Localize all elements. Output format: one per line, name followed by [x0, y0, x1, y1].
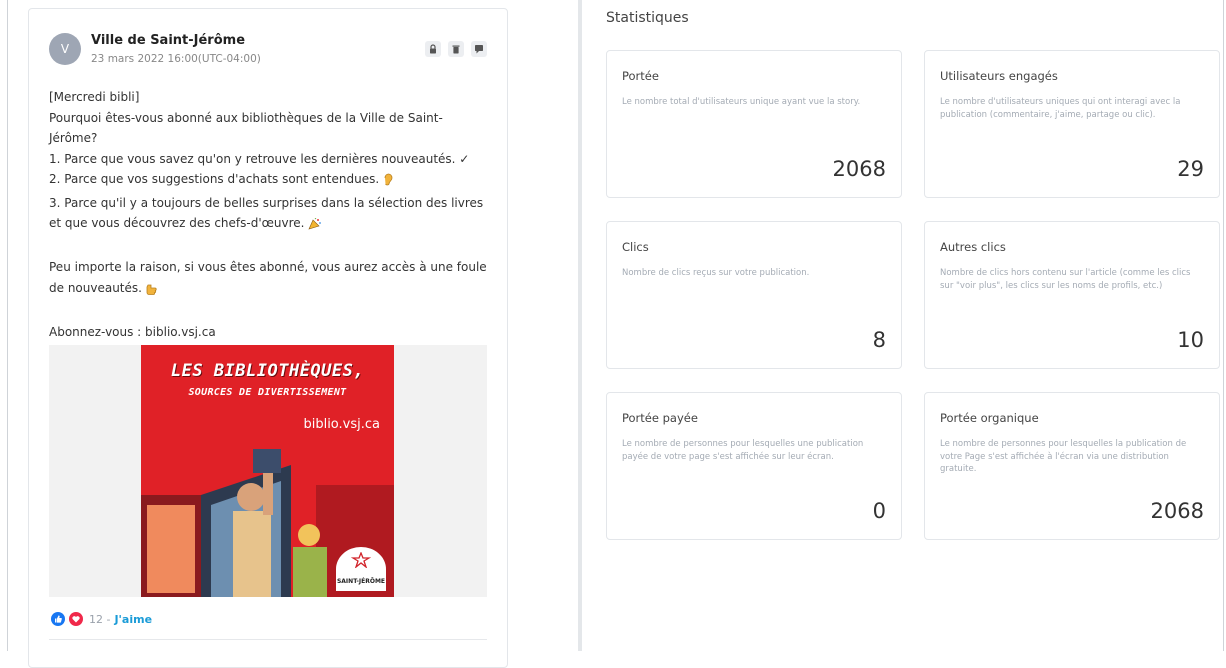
stat-value: 29 [1177, 157, 1204, 181]
post-line: Pourquoi êtes-vous abonné aux bibliothèq… [49, 110, 443, 146]
stat-card-clicks: Clics Nombre de clics reçus sur votre pu… [606, 221, 902, 369]
stat-title: Portée [622, 69, 659, 83]
post-line-text: Peu importe la raison, si vous êtes abon… [49, 260, 487, 295]
stat-value: 10 [1177, 328, 1204, 352]
stat-card-organic-reach: Portée organique Le nombre de personnes … [924, 392, 1220, 540]
poster-image: LES BIBLIOTHÈQUES, SOURCES DE DIVERTISSE… [141, 345, 394, 597]
stat-description: Nombre de clics reçus sur votre publicat… [622, 268, 810, 278]
avatar[interactable]: V [49, 33, 81, 65]
delete-button[interactable] [448, 41, 464, 57]
stat-description: Nombre de clics hors contenu sur l'artic… [940, 268, 1191, 291]
post-line-text: 2. Parce que vos suggestions d'achats so… [49, 172, 380, 186]
pointing-hand-emoji-icon [146, 281, 157, 302]
stat-value: 8 [872, 328, 886, 352]
party-popper-emoji-icon [308, 216, 322, 237]
post-body: [Mercredi bibli] Pourquoi êtes-vous abon… [49, 87, 489, 342]
post-line: 3. Parce qu'il y a toujours de belles su… [49, 193, 489, 237]
frame-right-border [1223, 0, 1224, 651]
stat-description: Le nombre de personnes pour lesquelles u… [622, 439, 864, 462]
like-link[interactable]: J'aime [114, 613, 152, 626]
stat-title: Clics [622, 240, 649, 254]
stat-card-paid-reach: Portée payée Le nombre de personnes pour… [606, 392, 902, 540]
lock-button[interactable] [425, 41, 441, 57]
city-logo-icon [350, 551, 372, 569]
city-logo: SAINT-JÉRÔME [336, 547, 386, 591]
love-reaction-icon[interactable] [69, 612, 83, 626]
stat-title: Portée payée [622, 411, 698, 425]
trash-icon [452, 45, 460, 54]
stats-title: Statistiques [606, 10, 689, 26]
post-line: Peu importe la raison, si vous êtes abon… [49, 257, 489, 301]
reaction-count: 12 - [89, 612, 111, 626]
stat-title: Autres clics [940, 240, 1006, 254]
stat-card-engaged-users: Utilisateurs engagés Le nombre d'utilisa… [924, 50, 1220, 198]
post-image[interactable]: LES BIBLIOTHÈQUES, SOURCES DE DIVERTISSE… [49, 345, 487, 597]
post-divider [49, 639, 487, 640]
city-logo-text: SAINT-JÉRÔME [336, 578, 386, 585]
post-line: 2. Parce que vos suggestions d'achats so… [49, 169, 489, 193]
stat-title: Portée organique [940, 411, 1039, 425]
stat-description: Le nombre de personnes pour lesquelles l… [940, 439, 1187, 474]
reactions-bar: 12 - J'aime [51, 612, 152, 626]
stat-value: 2068 [1150, 499, 1204, 523]
post-card: V Ville de Saint-Jérôme 23 mars 2022 16:… [28, 8, 508, 668]
poster-url: biblio.vsj.ca [303, 417, 380, 432]
stat-card-portee: Portée Le nombre total d'utilisateurs un… [606, 50, 902, 198]
post-line: 1. Parce que vous savez qu'on y retrouve… [49, 151, 470, 166]
post-actions [425, 41, 487, 57]
stat-description: Le nombre d'utilisateurs uniques qui ont… [940, 97, 1181, 120]
post-author[interactable]: Ville de Saint-Jérôme [91, 33, 245, 48]
stat-title: Utilisateurs engagés [940, 69, 1058, 83]
frame-left-border [7, 0, 8, 651]
post-line: Abonnez-vous : biblio.vsj.ca [49, 324, 216, 339]
poster-subtitle: SOURCES DE DIVERTISSEMENT [188, 387, 347, 398]
stat-card-other-clicks: Autres clics Nombre de clics hors conten… [924, 221, 1220, 369]
lock-icon [430, 44, 436, 54]
like-reaction-icon[interactable] [51, 612, 65, 626]
stat-description: Le nombre total d'utilisateurs unique ay… [622, 97, 861, 107]
stat-value: 2068 [832, 157, 886, 181]
ear-emoji-icon [383, 172, 393, 193]
stat-value: 0 [872, 499, 886, 523]
post-line: [Mercredi bibli] [49, 90, 140, 104]
post-date: 23 mars 2022 16:00(UTC-04:00) [91, 53, 261, 65]
poster-title: LES BIBLIOTHÈQUES, [170, 361, 365, 381]
comment-button[interactable] [471, 41, 487, 57]
post-line-text: 3. Parce qu'il y a toujours de belles su… [49, 195, 484, 231]
pane-divider[interactable] [578, 0, 582, 651]
comment-icon [475, 45, 483, 54]
